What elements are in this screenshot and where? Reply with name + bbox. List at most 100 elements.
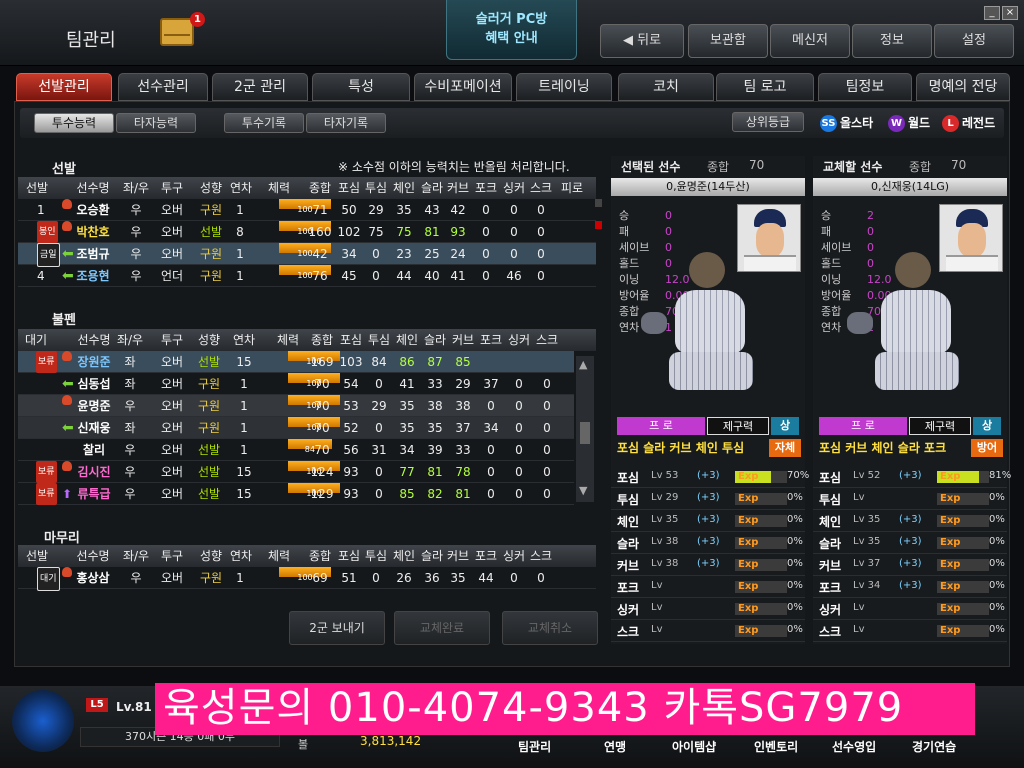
bullpen-player-name[interactable]: 김시진	[64, 461, 124, 483]
bullpen-row[interactable]: 찰리 우 오버 선발 1 84 70 56 31 34 39 33 0 0 0	[18, 439, 574, 461]
starter-style: 언더	[160, 269, 184, 283]
nav-recruit[interactable]: 선수영입	[832, 738, 876, 755]
pcbang-benefit-button[interactable]: 슬러거 PC방 혜택 안내	[446, 0, 577, 60]
top-nav: ◀ 뒤로 보관함 메신저 정보 설정	[598, 24, 1018, 62]
bullpen-row[interactable]: 보류 ⬆ 류특급 우 오버 선발 15 100 129 93 0 85 82 81 0 0 0	[18, 483, 574, 505]
replace-title: 교체할 선수	[823, 160, 883, 174]
closer-player-name[interactable]: 홍상삼	[64, 567, 122, 589]
closer-row[interactable]: 대기 홍상삼 우 오버 구원 1 100 69 51 0 26 36 35 44 0 0	[18, 567, 596, 591]
bullpen-scrollbar[interactable]: ▲ ▼	[576, 356, 594, 502]
starter-player-name[interactable]: 조범규	[64, 243, 122, 265]
nav-inventory[interactable]: 인벤토리	[754, 738, 798, 755]
starter-col-7: 종합	[308, 181, 332, 195]
closer-col-14: 싱커	[502, 549, 526, 563]
selected-skill-level: Lv	[651, 580, 663, 591]
selected-control-value: 상	[771, 417, 799, 435]
scroll-up-icon[interactable]: ▲	[579, 358, 587, 371]
starter-val: 42	[312, 247, 328, 261]
subtab-pitcher-ability[interactable]: 투수능력	[34, 113, 114, 133]
minimize-icon[interactable]: _	[984, 6, 1000, 20]
nav-team-manage[interactable]: 팀관리	[518, 738, 551, 755]
bullpen-val: 78	[455, 465, 471, 479]
tab-9[interactable]: 명예의 전당	[916, 73, 1010, 101]
selected-name: 0,윤명준(14두산)	[611, 178, 805, 196]
messenger-button[interactable]: 메신저	[770, 24, 850, 58]
bullpen-row[interactable]: ⬅ 신재웅 좌 오버 구원 1 100 70 52 0 35 35 37 34 0 0	[18, 417, 574, 439]
settings-button[interactable]: 설정	[934, 24, 1014, 58]
starter-row[interactable]: 봉인 박찬호 우 오버 선발 8 100 160 102 75 75 81 93 0 0 0	[18, 221, 602, 243]
closer-val: 0	[510, 571, 518, 585]
starter-player-name[interactable]: 오승환	[64, 199, 122, 221]
bullpen-style: 오버	[160, 443, 184, 457]
bottom-nav: 팀관리 연맹 아이템샵 인벤토리 선수영입 경기연습	[500, 738, 1020, 764]
starter-player-name[interactable]: 조용현	[64, 265, 122, 287]
tab-1[interactable]: 선수관리	[118, 73, 208, 101]
starter-row[interactable]: 1 오승환 우 오버 구원 1 100 71 50 29 35 43 42 0 0 0	[18, 199, 602, 221]
selected-exp-bar: Exp	[735, 537, 787, 549]
tab-8[interactable]: 팀정보	[818, 73, 912, 101]
bullpen-row[interactable]: 보류 장원준 좌 오버 선발 15 100 169 103 84 86 87 85	[18, 351, 574, 373]
tab-0[interactable]: 선발관리	[16, 73, 112, 101]
selected-exp-label: Exp	[738, 625, 759, 636]
swap-complete-button[interactable]: 교체완료	[394, 611, 490, 645]
starter-row[interactable]: 금일 ⬅ 조범규 우 오버 구원 1 100 42 34 0 23 25 24 0 0 0	[18, 243, 596, 267]
scroll-thumb[interactable]	[580, 422, 590, 444]
starter-val: 0	[482, 203, 490, 217]
nav-league[interactable]: 연맹	[604, 738, 626, 755]
bullpen-val: 0	[375, 465, 383, 479]
replace-skill-level: Lv 52	[853, 470, 881, 481]
bullpen-player-name[interactable]: 신재웅	[64, 417, 124, 439]
tab-5[interactable]: 트레이닝	[516, 73, 612, 101]
replace-control-label: 제구력	[909, 417, 971, 435]
starter-row[interactable]: 4 ⬅ 조용현 우 언더 구원 1 100 76 45 0 44 40 41 0 46 0	[18, 265, 596, 287]
sub-tab-bar: 투수능력 타자능력 투수기록 타자기록 상위등급 SS 올스타 W 월드 L 레전드	[20, 108, 1004, 138]
info-button[interactable]: 정보	[852, 24, 932, 58]
tab-6[interactable]: 코치	[618, 73, 714, 101]
bullpen-row[interactable]: 보류 김시진 우 오버 선발 15 100 124 93 0 77 81 78 0 0 0	[18, 461, 574, 483]
tab-7[interactable]: 팀 로고	[716, 73, 814, 101]
selected-skill-row: 포크 Lv Exp 0%	[611, 576, 805, 598]
swap-cancel-button[interactable]: 교체취소	[502, 611, 598, 645]
today-tag: 금일	[37, 243, 60, 267]
bullpen-player-name[interactable]: 찰리	[64, 439, 124, 461]
send-to-minor-button[interactable]: 2군 보내기	[289, 611, 385, 645]
bullpen-player-name[interactable]: 장원준	[64, 351, 124, 373]
subtab-pitcher-record[interactable]: 투수기록	[224, 113, 304, 133]
replace-overall: 70	[951, 158, 967, 172]
selected-skill-level: Lv	[651, 624, 663, 635]
bullpen-year: 15	[236, 487, 252, 501]
replace-exp-label: Exp	[940, 493, 961, 504]
nav-practice[interactable]: 경기연습	[912, 738, 956, 755]
bullpen-row[interactable]: 윤명준 우 오버 구원 1 100 70 53 29 35 38 38 0 0 0	[18, 395, 574, 417]
bullpen-player-name[interactable]: 윤명준	[64, 395, 124, 417]
figure-head	[689, 252, 725, 288]
tab-3[interactable]: 특성	[312, 73, 410, 101]
closer-style: 오버	[160, 571, 184, 585]
replace-exp-percent: 0%	[989, 580, 1005, 591]
bullpen-val: 52	[343, 421, 359, 435]
upper-grade-button[interactable]: 상위등급	[732, 112, 804, 132]
nav-item-shop[interactable]: 아이템샵	[672, 738, 716, 755]
storage-button[interactable]: 보관함	[688, 24, 768, 58]
back-button[interactable]: ◀ 뒤로	[600, 24, 684, 58]
subtab-batter-ability[interactable]: 타자능력	[116, 113, 196, 133]
replace-exp-percent: 81%	[989, 470, 1012, 481]
bullpen-player-name[interactable]: 류특급	[64, 483, 124, 505]
selected-skill-bonus: (+3)	[697, 558, 720, 569]
mail-icon[interactable]	[160, 18, 194, 46]
starter-player-name[interactable]: 박찬호	[64, 221, 122, 243]
tab-2[interactable]: 2군 관리	[212, 73, 308, 101]
tab-4[interactable]: 수비포메이션	[414, 73, 512, 101]
replace-stat-value: 2	[867, 209, 874, 222]
bullpen-player-name[interactable]: 심동섭	[64, 373, 124, 395]
starter-val: 93	[450, 225, 466, 239]
bullpen-col-5: 연차	[232, 333, 256, 347]
close-icon[interactable]: ×	[1002, 6, 1018, 20]
bullpen-row[interactable]: ⬅ 심동섭 좌 오버 구원 1 100 70 54 0 41 33 29 37 0 0	[18, 373, 574, 395]
selected-skill-level: Lv	[651, 602, 663, 613]
selected-stat-label: 패	[619, 225, 630, 238]
selected-title-bar: 선택된 선수 종합 70	[611, 156, 805, 176]
scroll-down-icon[interactable]: ▼	[579, 484, 587, 497]
bullpen-type: 구원	[197, 421, 221, 435]
subtab-batter-record[interactable]: 타자기록	[306, 113, 386, 133]
